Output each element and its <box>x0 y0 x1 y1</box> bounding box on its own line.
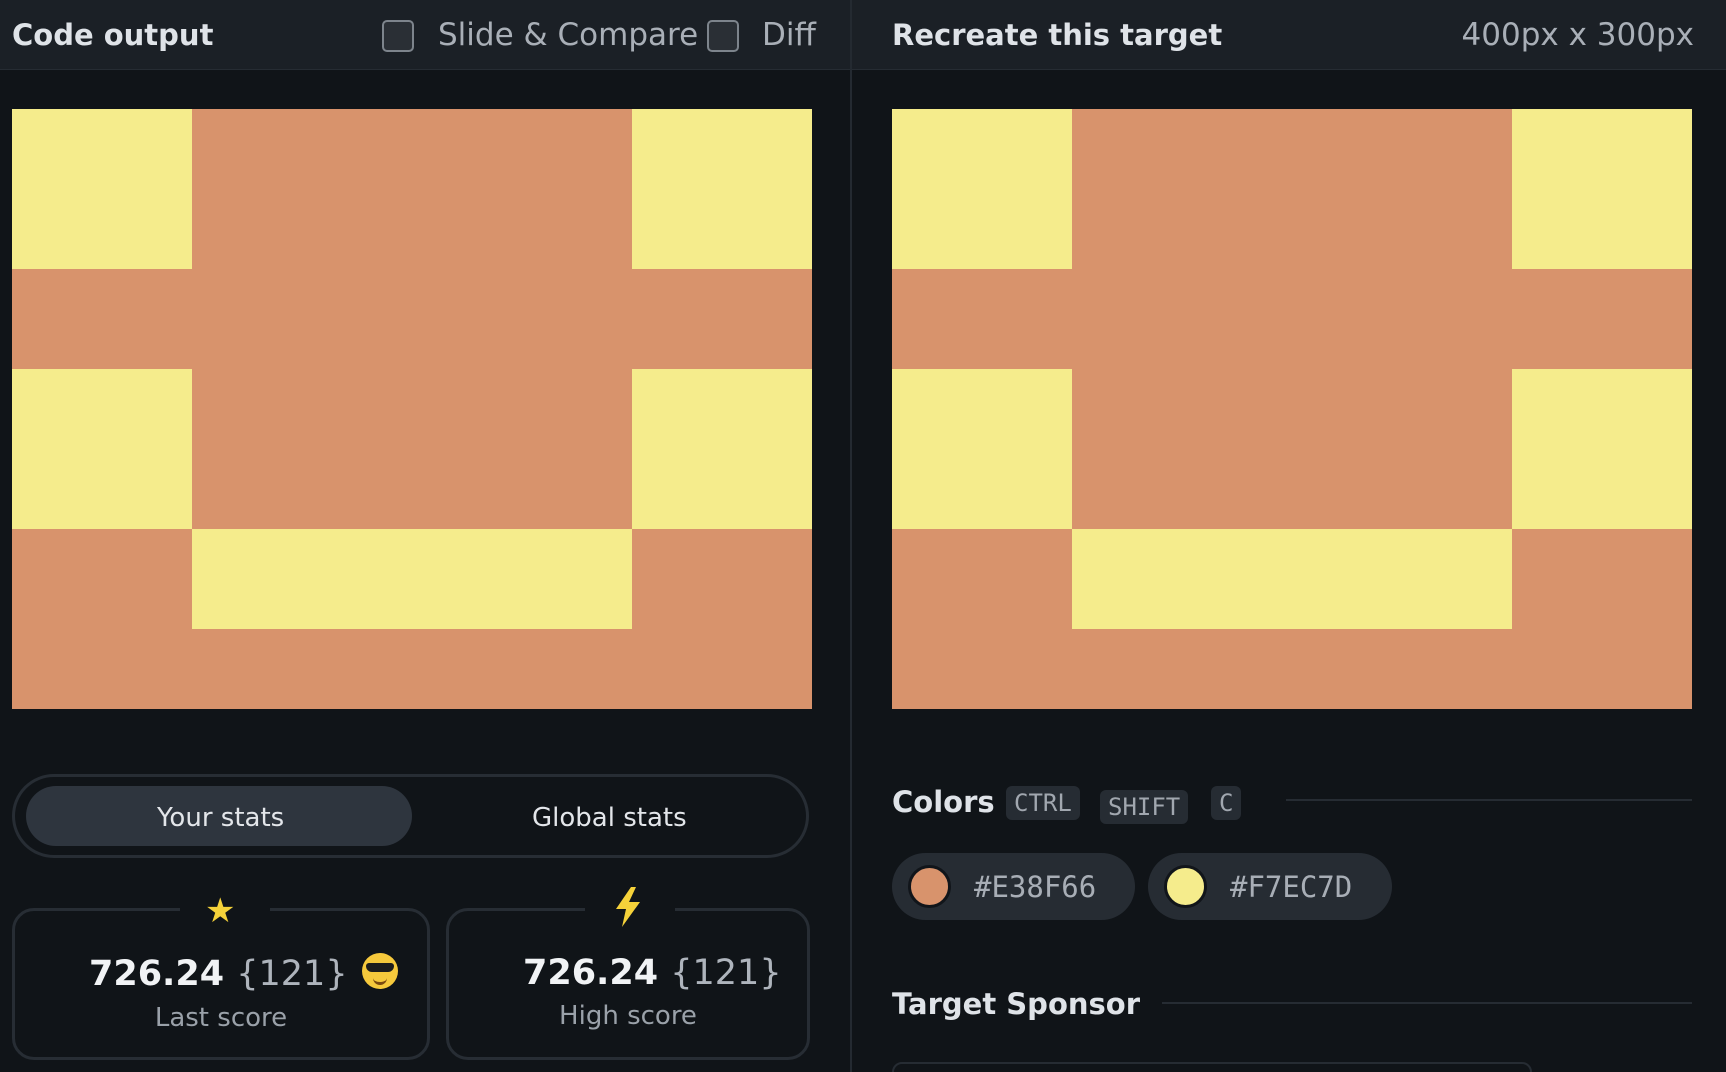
slide-compare-label[interactable]: Slide & Compare <box>438 17 698 53</box>
code-output-header: Code output Slide & Compare Diff <box>0 0 850 70</box>
lightning-icon <box>614 887 642 936</box>
high-score-card: 726.24 {121} High score <box>446 887 810 1060</box>
target-dimensions: 400px x 300px <box>1461 17 1694 53</box>
yellow-block <box>12 369 192 529</box>
yellow-block <box>192 529 632 629</box>
last-score-label: Last score <box>154 1003 288 1033</box>
target-title: Recreate this target <box>892 18 1223 52</box>
target-pane: Recreate this target 400px x 300px Color… <box>852 0 1726 1072</box>
slide-compare-checkbox[interactable] <box>382 20 414 52</box>
last-score-value: 726.24 {121} <box>89 953 398 994</box>
color-chip-orange[interactable]: #E38F66 <box>892 853 1135 920</box>
yellow-block <box>1512 109 1692 269</box>
code-output-canvas[interactable] <box>12 109 812 709</box>
high-score-value: 726.24 {121} <box>523 953 782 993</box>
yellow-block <box>12 109 192 269</box>
yellow-block <box>892 109 1072 269</box>
sponsor-card[interactable] <box>892 1062 1532 1072</box>
yellow-block <box>632 369 812 529</box>
yellow-block <box>1512 369 1692 529</box>
color-chip-yellow[interactable]: #F7EC7D <box>1148 853 1392 920</box>
code-output-title: Code output <box>12 18 214 52</box>
diff-checkbox[interactable] <box>707 20 739 52</box>
target-canvas <box>892 109 1692 709</box>
stats-toggle: Your stats Global stats <box>12 774 809 858</box>
sponsor-divider <box>1162 1002 1692 1004</box>
high-score-count: {121} <box>670 953 782 993</box>
shortcut-key-shift: SHIFT <box>1100 790 1189 824</box>
shortcut-key-ctrl: CTRL <box>1006 786 1080 820</box>
colors-divider <box>1286 799 1692 801</box>
your-stats-label[interactable]: Your stats <box>157 803 284 833</box>
yellow-block <box>1072 529 1512 629</box>
diff-label[interactable]: Diff <box>762 17 816 53</box>
sunglasses-face-emoji <box>361 953 398 989</box>
last-score-count: {121} <box>236 954 348 994</box>
shortcut-key-c: C <box>1211 786 1242 820</box>
target-sponsor-heading: Target Sponsor <box>892 987 1141 1021</box>
color-hex: #F7EC7D <box>1230 870 1353 904</box>
colors-heading: Colors <box>892 785 995 819</box>
app-root: Code output Slide & Compare Diff Your st… <box>0 0 1726 1072</box>
yellow-block <box>632 109 812 269</box>
color-swatch <box>908 865 951 908</box>
color-swatch <box>1164 865 1207 908</box>
high-score-label: High score <box>559 1001 697 1031</box>
star-icon: ★ <box>205 891 236 931</box>
code-output-pane: Code output Slide & Compare Diff Your st… <box>0 0 850 1072</box>
color-hex: #E38F66 <box>974 870 1097 904</box>
last-score-card: ★ 726.24 {121} Last score <box>12 891 430 1060</box>
yellow-block <box>892 369 1072 529</box>
global-stats-tab[interactable]: Global stats <box>532 803 687 833</box>
target-header: Recreate this target 400px x 300px <box>852 0 1726 70</box>
